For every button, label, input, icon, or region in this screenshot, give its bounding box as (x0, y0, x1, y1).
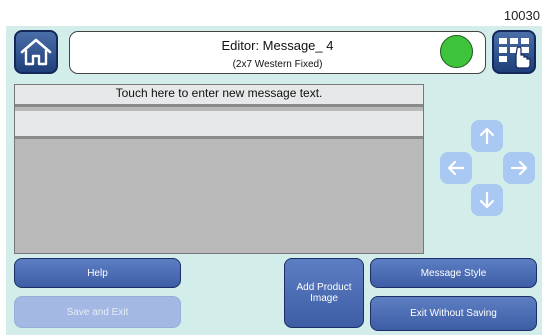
home-icon (20, 38, 52, 66)
add-product-image-button[interactable]: Add Product Image (284, 258, 364, 328)
menu-button[interactable] (492, 30, 536, 74)
add-product-image-label: Add Product Image (296, 282, 352, 304)
screen-id-label: 10030 (503, 8, 540, 23)
page-title: Editor: Message_ 4 (221, 38, 334, 53)
help-button-label: Help (87, 267, 108, 279)
arrow-right-button[interactable] (503, 152, 535, 184)
message-style-label: Message Style (420, 267, 487, 279)
home-button[interactable] (14, 30, 58, 74)
message-line-2[interactable] (15, 111, 423, 139)
arrow-left-button[interactable] (440, 152, 472, 184)
status-indicator (440, 35, 473, 68)
up-arrow-icon (479, 127, 495, 145)
page-subtitle: (2x7 Western Fixed) (232, 59, 323, 70)
down-arrow-icon (479, 191, 495, 209)
exit-without-saving-button[interactable]: Exit Without Saving (370, 296, 537, 331)
title-bar: Editor: Message_ 4 (2x7 Western Fixed) (69, 31, 486, 74)
save-and-exit-label: Save and Exit (66, 306, 129, 318)
message-style-button[interactable]: Message Style (370, 258, 537, 288)
message-editor[interactable]: Touch here to enter new message text. (14, 84, 424, 254)
grid-menu-icon (499, 38, 531, 69)
save-and-exit-button[interactable]: Save and Exit (14, 296, 181, 328)
exit-without-saving-label: Exit Without Saving (410, 308, 497, 319)
arrow-up-button[interactable] (471, 120, 503, 152)
left-arrow-icon (447, 160, 465, 176)
right-arrow-icon (510, 160, 528, 176)
message-line-1[interactable]: Touch here to enter new message text. (15, 85, 423, 107)
arrow-down-button[interactable] (471, 184, 503, 216)
help-button[interactable]: Help (14, 258, 181, 288)
